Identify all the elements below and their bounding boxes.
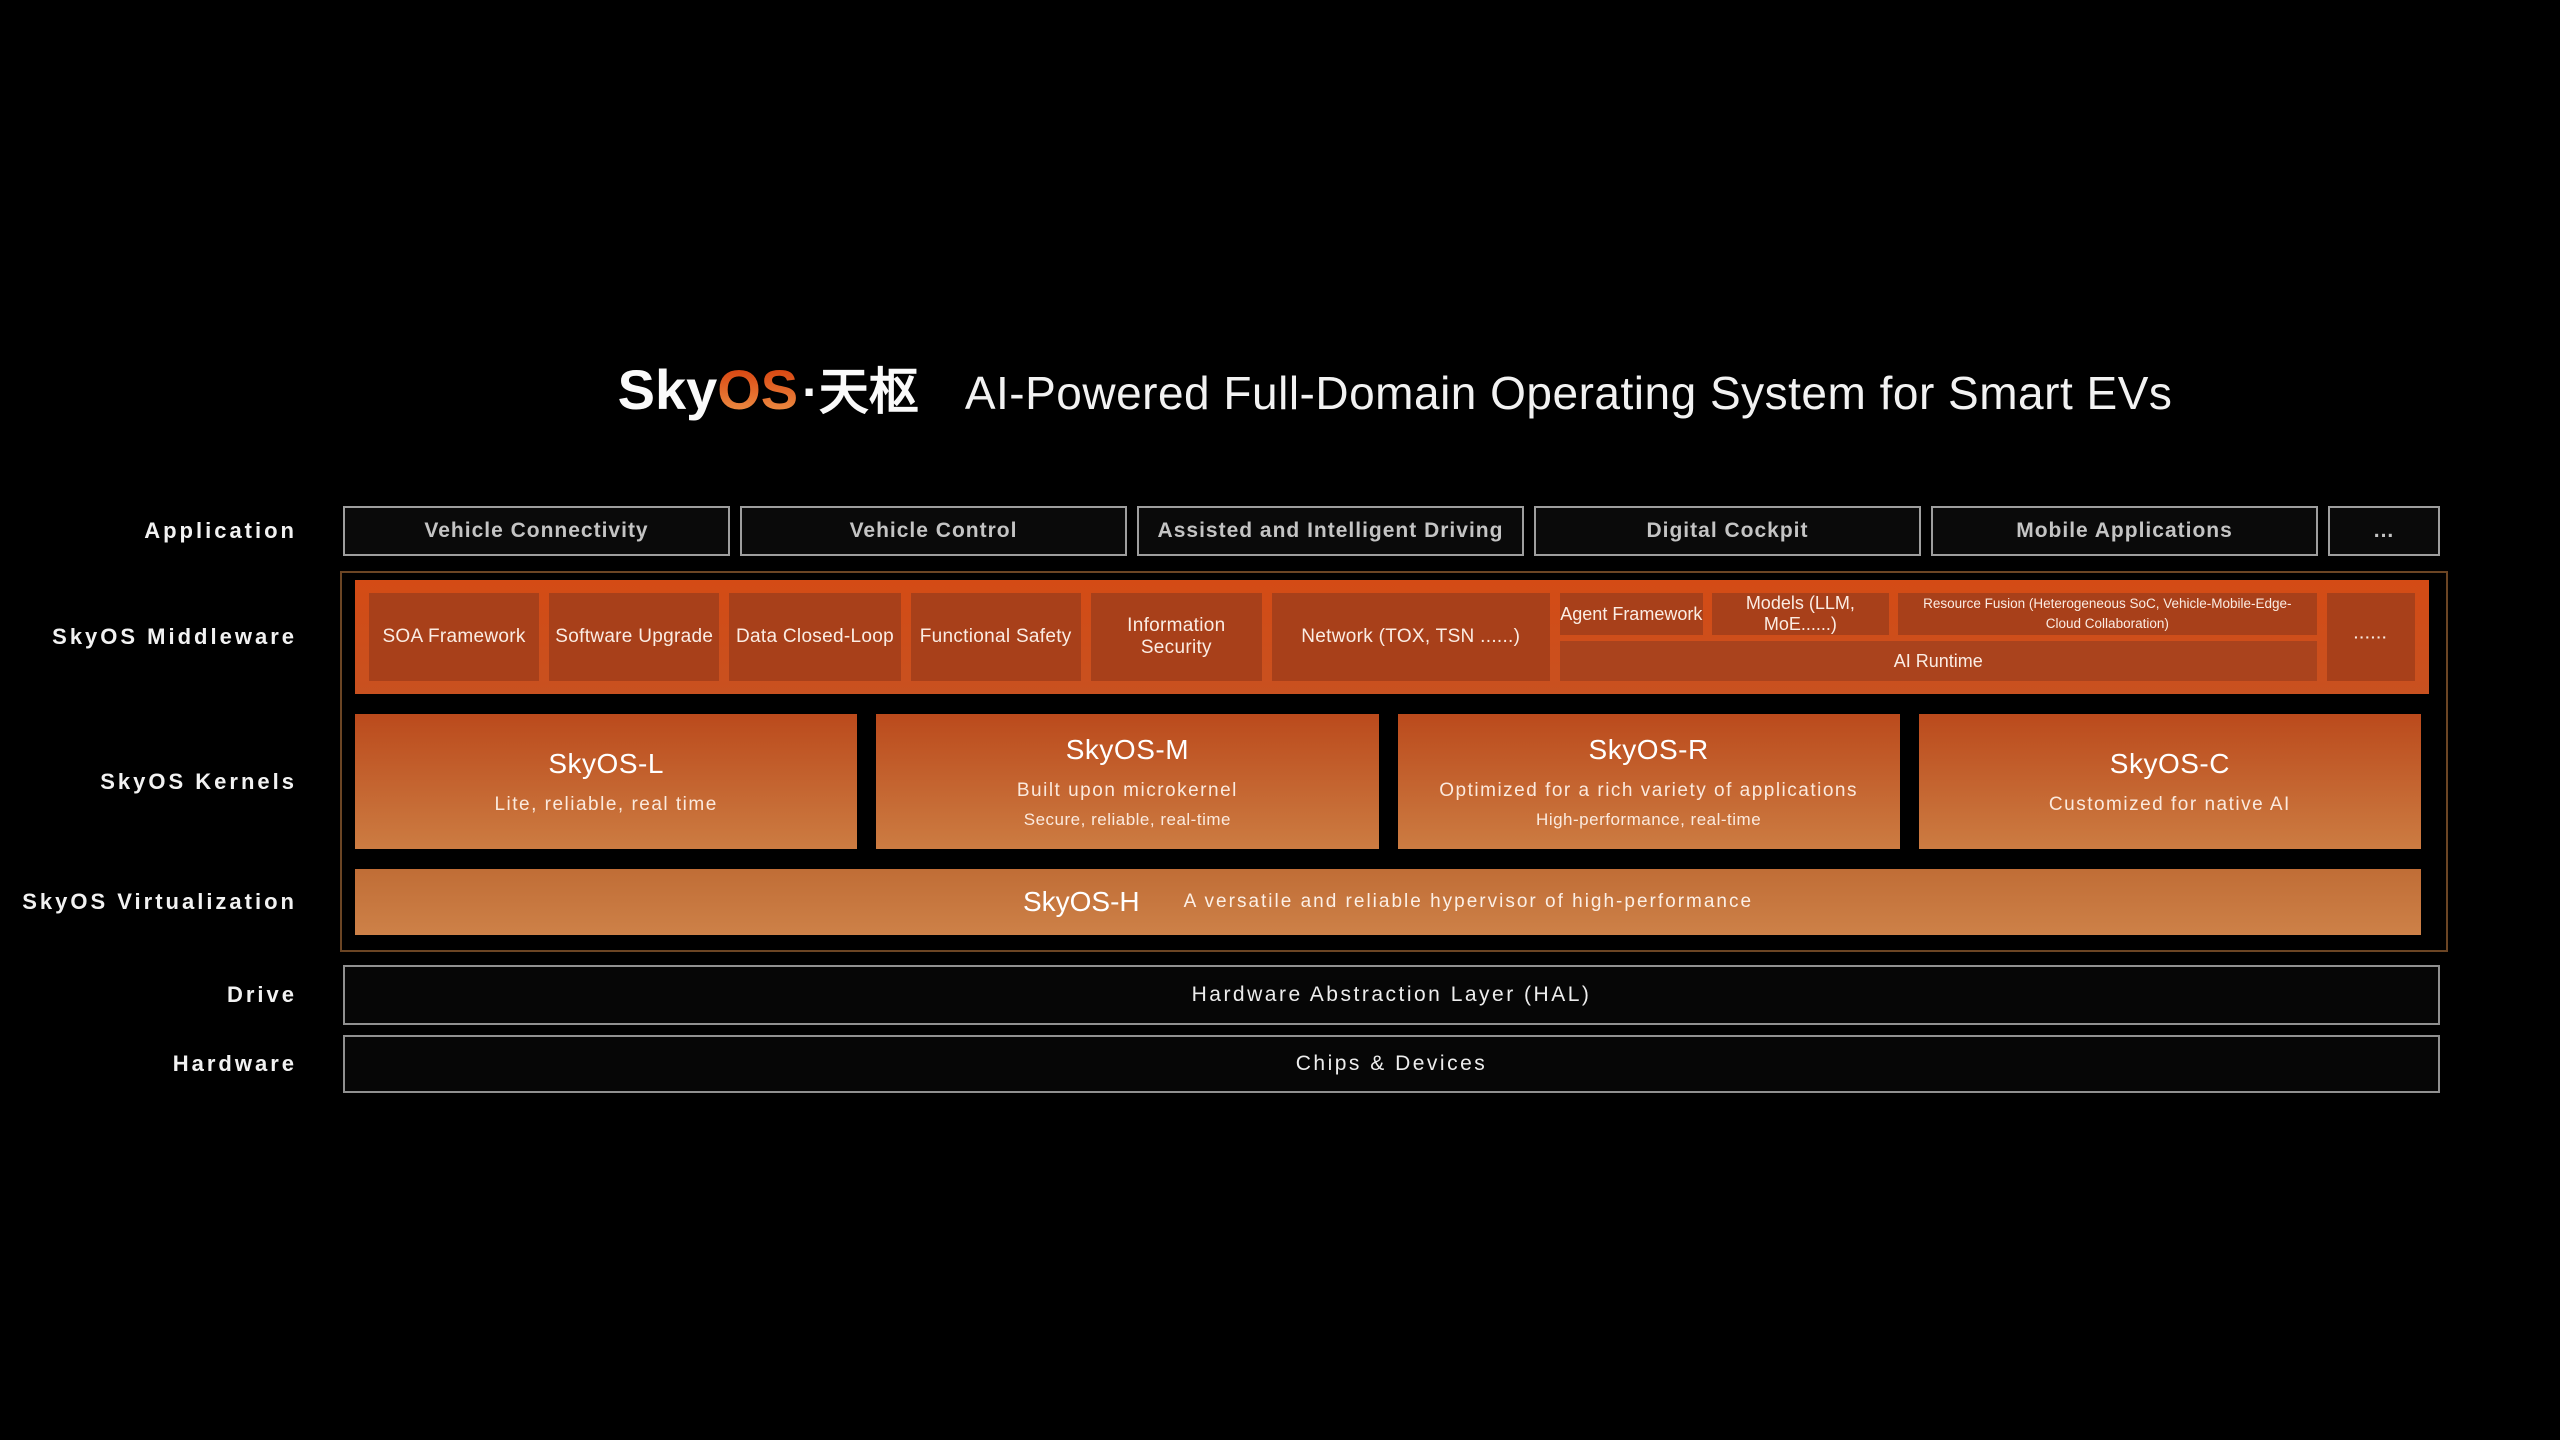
layer-label-hardware: Hardware <box>172 1051 297 1076</box>
app-box-mobile-applications: Mobile Applications <box>1931 506 2318 556</box>
app-box-assisted-intelligent-driving: Assisted and Intelligent Driving <box>1137 506 1524 556</box>
middleware-soa-framework: SOA Framework <box>369 593 540 681</box>
kernel-skyos-r: SkyOS-R Optimized for a rich variety of … <box>1397 714 1900 849</box>
kernel-description-2: High-performance, real-time <box>1536 809 1762 829</box>
skyos-architecture-diagram: Sky OS ·天枢 AI-Powered Full-Domain Operat… <box>0 0 2560 1440</box>
app-box-more-ellipsis: ... <box>2328 506 2440 556</box>
virtualization-description: A versatile and reliable hypervisor of h… <box>1183 891 1754 912</box>
skyos-logo: Sky OS ·天枢 <box>618 352 919 424</box>
kernel-name: SkyOS-M <box>1065 733 1190 765</box>
middleware-models: Models (LLM, MoE......) <box>1712 593 1889 635</box>
application-layer-row: Vehicle Connectivity Vehicle Control Ass… <box>343 506 2440 556</box>
middleware-software-upgrade: Software Upgrade <box>549 593 720 681</box>
layer-label-kernels: SkyOS Kernels <box>100 768 297 794</box>
middleware-data-closed-loop: Data Closed-Loop <box>729 593 901 681</box>
kernel-name: SkyOS-C <box>2109 747 2230 779</box>
kernels-layer-row: SkyOS-L Lite, reliable, real time SkyOS-… <box>355 714 2421 849</box>
middleware-resource-fusion: Resource Fusion (Heterogeneous SoC, Vehi… <box>1897 593 2317 635</box>
layer-label-drive: Drive <box>226 982 297 1007</box>
hardware-chips-devices-box: Chips & Devices <box>343 1035 2440 1093</box>
logo-chinese-text: ·天枢 <box>802 364 919 420</box>
middleware-information-security: Information Security <box>1090 593 1262 681</box>
drive-hal-box: Hardware Abstraction Layer (HAL) <box>343 965 2440 1025</box>
kernel-description: Built upon microkernel <box>1016 779 1238 801</box>
kernel-skyos-m: SkyOS-M Built upon microkernel Secure, r… <box>876 714 1379 849</box>
middleware-ai-top-row: Agent Framework Models (LLM, MoE......) … <box>1559 593 2317 635</box>
app-box-digital-cockpit: Digital Cockpit <box>1534 506 1921 556</box>
app-box-vehicle-control: Vehicle Control <box>740 506 1127 556</box>
layer-label-virtualization: SkyOS Virtualization <box>22 889 297 914</box>
kernel-description: Customized for native AI <box>2048 793 2291 815</box>
kernel-name: SkyOS-R <box>1588 733 1709 765</box>
logo-os-text: OS <box>717 358 799 421</box>
kernel-description-2: Secure, reliable, real-time <box>1023 809 1231 829</box>
virtualization-name: SkyOS-H <box>1022 886 1140 917</box>
middleware-layer-bar: SOA Framework Software Upgrade Data Clos… <box>355 580 2429 694</box>
page-title: Sky OS ·天枢 AI-Powered Full-Domain Operat… <box>343 352 2447 424</box>
virtualization-layer-bar: SkyOS-H A versatile and reliable hypervi… <box>355 869 2421 935</box>
middleware-ai-runtime: AI Runtime <box>1559 641 2317 681</box>
middleware-ai-section: Agent Framework Models (LLM, MoE......) … <box>1559 593 2317 681</box>
logo-sky-text: Sky <box>617 358 718 421</box>
kernel-name: SkyOS-L <box>548 747 664 779</box>
middleware-agent-framework: Agent Framework <box>1559 593 1704 635</box>
layer-label-application: Application <box>144 518 297 543</box>
kernel-description: Optimized for a rich variety of applicat… <box>1439 779 1858 801</box>
middleware-functional-safety: Functional Safety <box>910 593 1081 681</box>
layer-label-middleware: SkyOS Middleware <box>52 624 297 649</box>
kernel-skyos-c: SkyOS-C Customized for native AI <box>1918 714 2421 849</box>
middleware-network: Network (TOX, TSN ......) <box>1271 593 1550 681</box>
kernel-description: Lite, reliable, real time <box>494 793 718 815</box>
title-subtitle: AI-Powered Full-Domain Operating System … <box>964 367 2173 419</box>
middleware-more-ellipsis: ······ <box>2327 593 2415 681</box>
app-box-vehicle-connectivity: Vehicle Connectivity <box>343 506 730 556</box>
kernel-skyos-l: SkyOS-L Lite, reliable, real time <box>355 714 858 849</box>
